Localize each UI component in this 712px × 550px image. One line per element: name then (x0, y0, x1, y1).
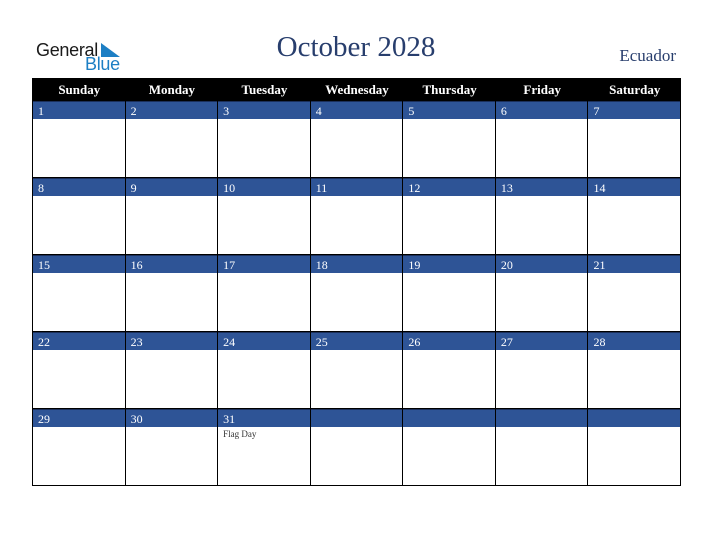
day-number: 13 (495, 178, 588, 196)
day-number: 30 (125, 409, 218, 427)
weekday-saturday: Saturday (609, 82, 661, 97)
day-cell[interactable]: 26 (403, 332, 496, 408)
weekday-thursday: Thursday (422, 82, 477, 97)
calendar-title: October 2028 (276, 31, 436, 63)
day-number: 24 (218, 332, 310, 350)
day-number: 10 (218, 178, 310, 196)
day-cell[interactable]: 17 (218, 255, 311, 331)
week-row: 29 30 31 Flag Day (33, 409, 682, 486)
day-number (495, 409, 588, 427)
day-cell[interactable]: 30 (125, 409, 219, 485)
day-number: 19 (403, 255, 495, 273)
country-label: Ecuador (619, 46, 676, 65)
day-cell[interactable]: 5 (403, 101, 496, 177)
day-number: 28 (588, 332, 681, 350)
day-cell[interactable]: 7 (588, 101, 682, 177)
day-number: 8 (33, 178, 125, 196)
day-cell[interactable]: 31 Flag Day (218, 409, 311, 485)
day-number: 23 (125, 332, 218, 350)
day-number: 12 (403, 178, 495, 196)
day-cell[interactable]: 12 (403, 178, 496, 254)
day-cell[interactable]: 15 (33, 255, 126, 331)
day-cell[interactable]: 18 (310, 255, 404, 331)
day-number: 22 (33, 332, 125, 350)
week-row: 1234567 (33, 101, 682, 178)
day-cell[interactable]: 11 (310, 178, 404, 254)
day-number: 4 (310, 101, 403, 119)
day-number: 16 (125, 255, 218, 273)
week-row: 8 9 10 11 12 13 14 (33, 178, 682, 255)
day-cell[interactable]: 10 (218, 178, 311, 254)
day-cell[interactable]: 25 (310, 332, 404, 408)
day-number: 9 (125, 178, 218, 196)
day-cell[interactable]: 4 (310, 101, 404, 177)
day-number: 7 (588, 101, 681, 119)
day-number: 27 (495, 332, 588, 350)
day-cell[interactable]: 3 (218, 101, 311, 177)
day-cell[interactable]: 22 (33, 332, 126, 408)
day-number: 20 (495, 255, 588, 273)
week-row: 15 16 17 18 19 20 21 (33, 255, 682, 332)
holiday-event: Flag Day (223, 429, 257, 439)
day-cell[interactable]: 27 (495, 332, 589, 408)
weekday-tuesday: Tuesday (241, 82, 288, 97)
day-number: 1 (33, 101, 125, 119)
calendar-grid: Sunday Monday Tuesday Wednesday Thursday… (32, 78, 682, 486)
day-number: 2 (125, 101, 218, 119)
weekday-wednesday: Wednesday (325, 82, 389, 97)
day-number: 25 (310, 332, 403, 350)
day-cell[interactable]: 20 (495, 255, 589, 331)
day-number (403, 409, 495, 427)
day-number (310, 409, 403, 427)
day-number: 31 (218, 409, 310, 427)
day-number: 11 (310, 178, 403, 196)
day-cell[interactable] (495, 409, 589, 485)
day-number: 15 (33, 255, 125, 273)
day-cell[interactable]: 8 (33, 178, 126, 254)
day-number: 5 (403, 101, 495, 119)
day-cell[interactable]: 13 (495, 178, 589, 254)
weekday-friday: Friday (523, 82, 561, 97)
day-cell[interactable]: 9 (125, 178, 219, 254)
day-cell[interactable]: 6 (495, 101, 589, 177)
day-number: 14 (588, 178, 681, 196)
day-cell[interactable] (588, 409, 682, 485)
day-cell[interactable]: 1 (33, 101, 126, 177)
weekday-monday: Monday (148, 82, 195, 97)
day-number: 26 (403, 332, 495, 350)
day-number: 17 (218, 255, 310, 273)
day-cell[interactable]: 16 (125, 255, 219, 331)
day-cell[interactable]: 14 (588, 178, 682, 254)
day-cell[interactable] (310, 409, 404, 485)
day-cell[interactable]: 28 (588, 332, 682, 408)
day-number: 6 (495, 101, 588, 119)
day-cell[interactable]: 21 (588, 255, 682, 331)
day-cell[interactable]: 2 (125, 101, 219, 177)
weekday-sunday: Sunday (58, 82, 101, 97)
day-cell[interactable] (403, 409, 496, 485)
day-cell[interactable]: 23 (125, 332, 219, 408)
week-row: 22 23 24 25 26 27 28 (33, 332, 682, 409)
day-number: 21 (588, 255, 681, 273)
day-cell[interactable]: 24 (218, 332, 311, 408)
day-number: 29 (33, 409, 125, 427)
day-cell[interactable]: 29 (33, 409, 126, 485)
day-number: 3 (218, 101, 310, 119)
day-number (588, 409, 681, 427)
day-cell[interactable]: 19 (403, 255, 496, 331)
day-number: 18 (310, 255, 403, 273)
weekday-header-row: Sunday Monday Tuesday Wednesday Thursday… (33, 78, 681, 101)
